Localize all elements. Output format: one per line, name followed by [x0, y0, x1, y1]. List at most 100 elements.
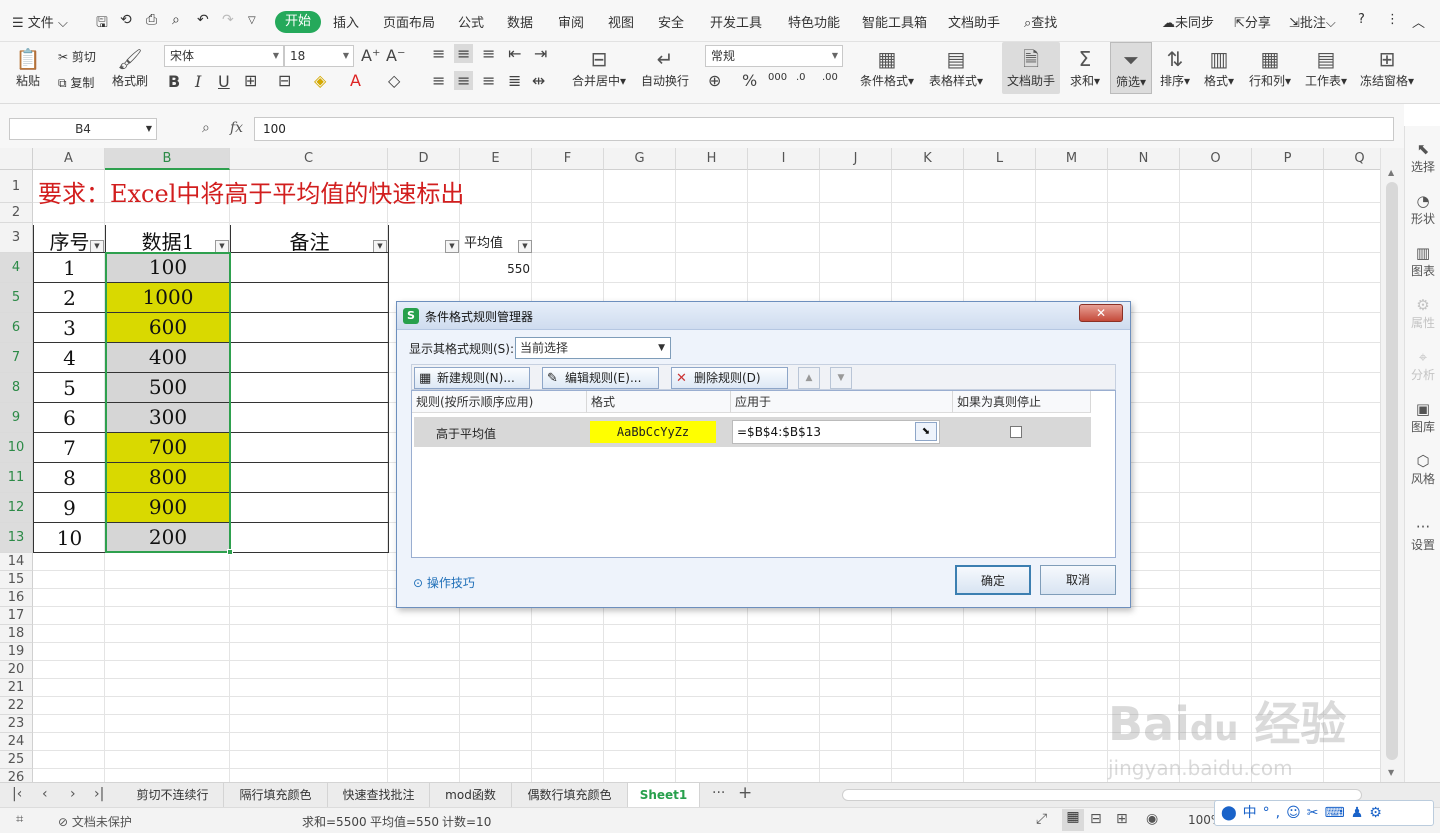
column-header-B[interactable]: B [105, 148, 230, 170]
row-header-12[interactable]: 12 [0, 493, 33, 523]
ime-toolbar[interactable]: ⬤中°,☺✂⌨♟⚙ [1214, 800, 1434, 826]
column-header-M[interactable]: M [1036, 148, 1108, 170]
column-header-N[interactable]: N [1108, 148, 1180, 170]
number-format-select[interactable]: 常规 ▼ [705, 45, 843, 67]
sum-button[interactable]: Σ 求和▾ [1066, 46, 1104, 89]
column-header-L[interactable]: L [964, 148, 1036, 170]
cell-no[interactable]: 2 [34, 283, 105, 313]
fill-handle[interactable] [227, 549, 233, 555]
clear-format-icon[interactable]: ◇ [388, 71, 400, 90]
column-header-D[interactable]: D [388, 148, 460, 170]
tab-smart-tools[interactable]: 智能工具箱 [862, 12, 927, 31]
scroll-down-icon[interactable]: ▼ [1388, 768, 1394, 777]
tab-security[interactable]: 安全 [658, 12, 684, 31]
sheet-tab[interactable]: 偶数行填充颜色 [512, 783, 628, 807]
font-color-icon[interactable]: A [350, 71, 361, 90]
panel-chart[interactable]: ▥ 图表 [1405, 244, 1440, 279]
tab-doc-assistant[interactable]: 文档助手 [948, 12, 1000, 31]
scroll-up-icon[interactable]: ▲ [1388, 168, 1394, 177]
cell-no[interactable]: 3 [34, 313, 105, 343]
fx-icon[interactable]: fx [230, 120, 243, 136]
row-header-26[interactable]: 26 [0, 769, 33, 782]
worksheet-button[interactable]: ▤ 工作表▾ [1300, 46, 1352, 89]
column-header-G[interactable]: G [604, 148, 676, 170]
print-icon[interactable]: ⎙ [146, 12, 157, 28]
row-header-1[interactable]: 1 [0, 170, 33, 203]
cell-no[interactable]: 7 [34, 433, 105, 463]
more-icon[interactable]: ⋮ [1386, 12, 1399, 27]
cell-no[interactable]: 1 [34, 253, 105, 283]
tab-data[interactable]: 数据 [507, 12, 533, 31]
cell-no[interactable]: 10 [34, 523, 105, 553]
paste-button[interactable]: 📋 粘贴 [10, 46, 46, 89]
column-header-Q[interactable]: Q [1324, 148, 1380, 170]
align-middle-icon[interactable]: ≡ [454, 44, 474, 63]
column-header-A[interactable]: A [33, 148, 105, 170]
column-header-H[interactable]: H [676, 148, 748, 170]
stop-if-true-checkbox[interactable] [1010, 426, 1022, 438]
column-header-O[interactable]: O [1180, 148, 1252, 170]
show-rules-select[interactable]: 当前选择 ▼ [515, 337, 671, 359]
column-header-I[interactable]: I [748, 148, 820, 170]
filter-dropdown-d[interactable]: ▼ [445, 240, 459, 253]
row-header-2[interactable]: 2 [0, 203, 33, 223]
cell-no[interactable]: 4 [34, 343, 105, 373]
row-header-10[interactable]: 10 [0, 433, 33, 463]
scroll-thumb[interactable] [1386, 182, 1398, 760]
panel-analysis[interactable]: ⌖ 分析 [1405, 348, 1440, 383]
bold-icon[interactable]: B [168, 72, 180, 91]
move-down-button[interactable]: ▼ [830, 367, 852, 389]
sheet-tab[interactable]: 剪切不连续行 [122, 783, 224, 807]
column-header-K[interactable]: K [892, 148, 964, 170]
edit-rule-button[interactable]: ✎ 编辑规则(E)... [542, 367, 659, 389]
zoom-formula-icon[interactable]: ⌕ [202, 120, 210, 136]
collapse-ribbon-icon[interactable]: ︿ [1412, 12, 1425, 31]
align-top-icon[interactable]: ≡ [432, 44, 445, 63]
outdent-icon[interactable]: ⇥ [534, 44, 547, 63]
row-header-22[interactable]: 22 [0, 697, 33, 715]
more-sheets-icon[interactable]: ··· [712, 785, 725, 801]
row-header-18[interactable]: 18 [0, 625, 33, 643]
row-header-6[interactable]: 6 [0, 313, 33, 343]
cell-no[interactable]: 9 [34, 493, 105, 523]
fullscreen-icon[interactable]: ⤢ [1036, 811, 1047, 827]
doc-assistant-button[interactable]: 🗎 文档助手 [1002, 42, 1060, 94]
wrap-text-button[interactable]: ↵ 自动换行 [636, 46, 694, 89]
indent-icon[interactable]: ⇤ [508, 44, 521, 63]
cut-button[interactable]: ✂ 剪切 [58, 48, 96, 65]
panel-properties[interactable]: ⚙ 属性 [1405, 296, 1440, 331]
currency-icon[interactable]: ⊕ [708, 71, 721, 90]
eye-protect-icon[interactable]: ◉ [1146, 811, 1158, 827]
tab-developer[interactable]: 开发工具 [710, 12, 762, 31]
panel-style[interactable]: ⬡ 风格 [1405, 452, 1440, 487]
file-menu[interactable]: ☰ 文件 ⌵ [12, 12, 68, 31]
tab-home[interactable]: 开始 [275, 11, 322, 33]
increase-decimal-icon[interactable]: .0 [796, 72, 806, 83]
vertical-scrollbar[interactable]: ▲ ▼ [1380, 148, 1404, 782]
search-command[interactable]: ⌕查找 [1024, 12, 1057, 31]
row-header-19[interactable]: 19 [0, 643, 33, 661]
row-col-button[interactable]: ▦ 行和列▾ [1244, 46, 1296, 89]
align-right-icon[interactable]: ≡ [482, 71, 495, 90]
rule-range-input[interactable]: =$B$4:$B$13 ⬊ [732, 420, 940, 444]
column-header-P[interactable]: P [1252, 148, 1324, 170]
page-break-view-icon[interactable]: ⊟ [1090, 811, 1102, 827]
delete-rule-button[interactable]: ✕ 删除规则(D) [671, 367, 788, 389]
row-header-7[interactable]: 7 [0, 343, 33, 373]
sheet-tab[interactable]: 快速查找批注 [328, 783, 430, 807]
align-bottom-icon[interactable]: ≡ [482, 44, 495, 63]
thousands-icon[interactable]: 000 [768, 72, 787, 83]
underline-icon[interactable]: U [218, 72, 230, 91]
font-name-select[interactable]: 宋体 ▼ [164, 45, 284, 67]
filter-dropdown-avg[interactable]: ▼ [518, 240, 532, 253]
cell-no[interactable]: 8 [34, 463, 105, 493]
rule-row[interactable]: 高于平均值 AaBbCcYyZz =$B$4:$B$13 ⬊ [414, 417, 1091, 447]
format-button[interactable]: ▥ 格式▾ [1200, 46, 1238, 89]
decrease-decimal-icon[interactable]: .00 [822, 72, 838, 83]
sheet-tab[interactable]: Sheet1 [628, 783, 700, 807]
normal-view-icon[interactable]: ▦ [1062, 809, 1084, 831]
help-icon[interactable]: ? [1358, 12, 1365, 27]
tab-review[interactable]: 审阅 [558, 12, 584, 31]
sort-button[interactable]: ⇅ 排序▾ [1156, 46, 1194, 89]
freeze-panes-button[interactable]: ⊞ 冻结窗格▾ [1356, 46, 1418, 89]
